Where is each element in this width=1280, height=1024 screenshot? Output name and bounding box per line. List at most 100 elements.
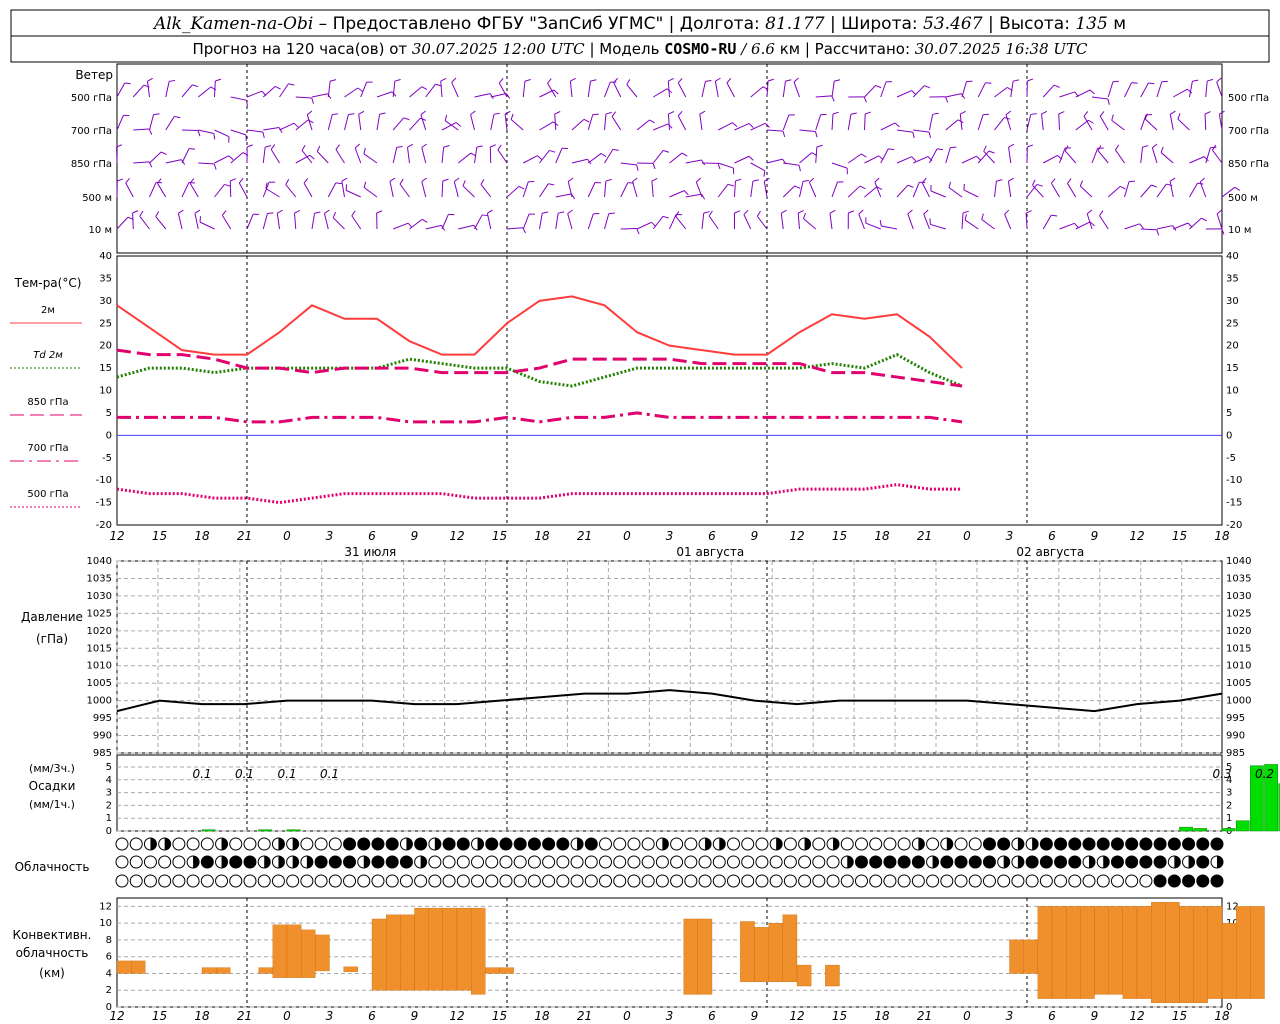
wind-barb: [604, 178, 612, 198]
model-label: | Модель: [589, 40, 664, 58]
cloud-cover-icon: [172, 855, 186, 869]
wind-barb-staff: [1026, 184, 1038, 198]
wind-barb-staff: [626, 84, 638, 98]
wind-barb: [848, 96, 867, 103]
wind-barb-staff: [406, 147, 410, 164]
wind-barb-feather: [504, 110, 511, 115]
model-name: COSMO-RU: [664, 40, 736, 58]
cloud-cover-icon: [1096, 855, 1110, 869]
wind-barb-feather: [924, 85, 931, 89]
wind-barb: [1160, 146, 1174, 164]
pressure-panel: Давление (гПа) 1040 10401035 10351030 10301…: [21, 556, 1251, 759]
cloud-half: [221, 856, 228, 868]
cloud-cover-icon: [1182, 855, 1196, 869]
conv-bar: [697, 918, 713, 995]
temp-ytick-left: 30: [99, 296, 112, 307]
cloud-cover-icon: [826, 837, 840, 851]
cloud-cover-icon: [769, 855, 783, 869]
cloud-circle: [357, 837, 371, 851]
cloud-cover-icon: [143, 855, 157, 869]
wind-barb-feather: [155, 211, 160, 217]
wind-barb-staff: [864, 155, 880, 164]
precip-sum-label: 0.2: [1255, 767, 1274, 781]
cloud-circle: [926, 837, 940, 851]
wind-barb-feather: [124, 82, 131, 85]
wind-barb-staff: [155, 216, 167, 230]
wind-barb-feather: [341, 177, 348, 182]
wind-barb-feather: [1234, 186, 1241, 191]
precip-sum-label: 0.1: [277, 767, 296, 781]
wind-barb-feather: [285, 179, 290, 185]
wind-barb: [276, 209, 283, 230]
cloud-circle: [527, 855, 541, 869]
wind-barb: [474, 214, 489, 230]
calc-time: 30.07.2025 16:38 UTC: [915, 40, 1088, 58]
cloud-half: [577, 838, 584, 850]
wind-barb-feather: [809, 177, 815, 183]
wind-barb-staff: [977, 82, 986, 98]
cloud-cover-icon: [741, 874, 755, 888]
cloud-circle: [826, 874, 840, 888]
wind-barb-staff: [177, 213, 183, 230]
wind-barb: [165, 159, 186, 165]
cloud-circle: [997, 874, 1011, 888]
wind-barb-staff: [441, 147, 445, 164]
wind-barb-feather: [421, 177, 427, 182]
time-tick-label: 3: [1006, 1009, 1014, 1023]
conv-bar: [386, 914, 401, 991]
cloud-circle: [1196, 874, 1210, 888]
wind-barb: [651, 177, 658, 198]
precip-ytick-left: 0: [106, 826, 112, 837]
cloud-circle: [684, 855, 698, 869]
wind-barb: [363, 181, 378, 198]
wind-barb-feather: [117, 178, 124, 182]
legend-label: 850 гПа: [27, 397, 68, 408]
conv-title-3: (км): [39, 966, 65, 980]
wind-barb-staff: [880, 122, 896, 131]
wind-barb-staff: [345, 189, 361, 198]
cloud-circle: [698, 855, 712, 869]
wind-barb: [726, 78, 735, 98]
cloud-cover-icon: [1025, 874, 1039, 888]
wind-barb: [620, 162, 639, 171]
cloud-cover-icon: [143, 874, 157, 888]
cloud-cover-icon: [968, 855, 982, 869]
cloud-circle: [328, 855, 342, 869]
wind-barb-feather: [911, 156, 917, 162]
wind-barb: [1007, 177, 1014, 198]
wind-barb-staff: [1059, 147, 1066, 164]
wind-barb-staff: [1067, 183, 1077, 198]
cloud-cover-icon: [1039, 855, 1053, 869]
wind-barb-staff: [441, 180, 444, 198]
conv-bar: [1023, 939, 1038, 974]
wind-barb-staff: [393, 222, 409, 230]
cloud-circle: [1153, 874, 1167, 888]
cloud-cover-icon: [684, 874, 698, 888]
wind-barb-staff: [1189, 217, 1202, 230]
cloud-cover-icon: [414, 874, 428, 888]
cloud-cover-icon: [1110, 837, 1124, 851]
wind-barb-staff: [444, 120, 459, 131]
cloud-circle: [954, 837, 968, 851]
wind-barb: [815, 95, 835, 102]
cloud-cover-icon: [684, 837, 698, 851]
conv-bar: [1066, 906, 1081, 999]
cloud-cover-icon: [115, 855, 129, 869]
wind-barb-feather: [548, 183, 555, 186]
cloud-circle: [1054, 837, 1068, 851]
wind-barb-feather: [832, 111, 839, 115]
wind-barb-feather: [1142, 145, 1149, 148]
cloud-circle: [726, 874, 740, 888]
wind-barb-staff: [1205, 81, 1208, 98]
cloud-half: [306, 856, 313, 868]
wind-barb-staff: [214, 129, 230, 138]
cloud-circle: [499, 855, 513, 869]
wind-barb-feather: [153, 113, 160, 116]
pressure-ytick-right: 990: [1226, 731, 1245, 742]
wind-barb-staff: [457, 152, 472, 164]
wind-barb: [155, 211, 167, 230]
pressure-ytick-right: 1005: [1226, 678, 1251, 689]
cloud-circle: [328, 837, 342, 851]
cloud-cover-icon: [726, 874, 740, 888]
cloud-circle: [243, 855, 257, 869]
